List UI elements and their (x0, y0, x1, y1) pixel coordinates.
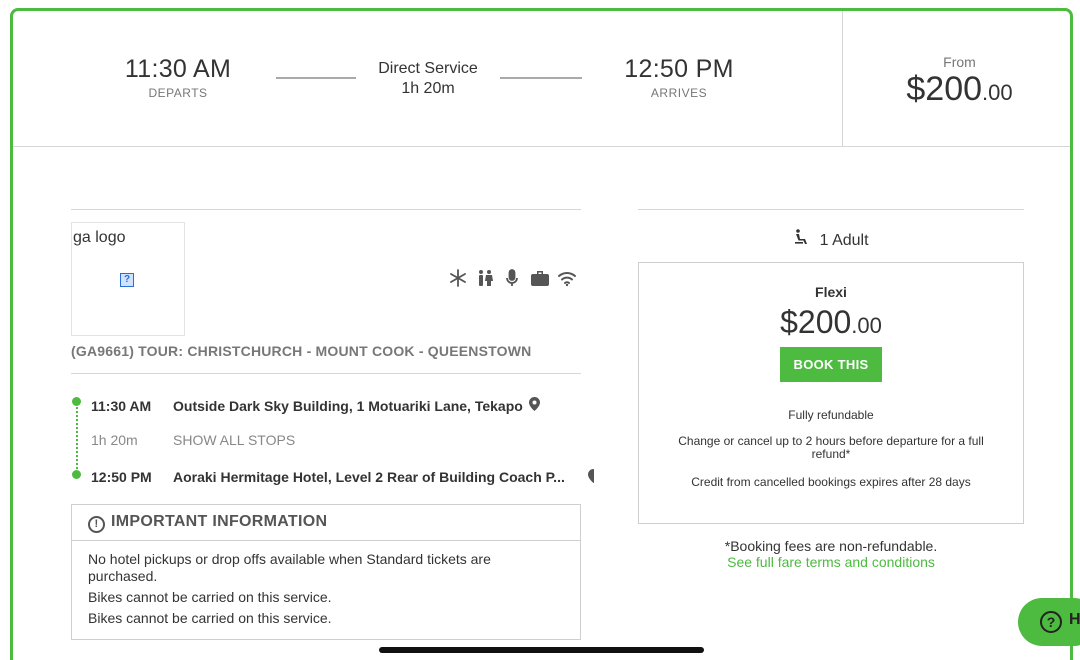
fare-note-change: Change or cancel up to 2 hours before de… (678, 434, 984, 461)
passenger-summary: 1 Adult (638, 229, 1024, 250)
fare-price-cents: .00 (851, 313, 882, 338)
seat-icon (793, 229, 813, 249)
route-line-right (500, 77, 582, 79)
fare-price-main: $200 (780, 304, 852, 340)
show-all-stops-link[interactable]: SHOW ALL STOPS (173, 432, 295, 448)
operator-logo-alt: ga logo (73, 229, 126, 246)
book-this-button[interactable]: BOOK THIS (780, 347, 882, 382)
stop-location: Aoraki Hermitage Hotel, Level 2 Rear of … (173, 469, 565, 485)
broken-image-icon: ? (120, 273, 134, 287)
fare-terms-link[interactable]: See full fare terms and conditions (638, 554, 1024, 570)
divider-top-left (71, 209, 581, 210)
stop-departure: 11:30 AM Outside Dark Sky Building, 1 Mot… (91, 397, 540, 414)
stop-dot-end (72, 470, 81, 479)
home-indicator (379, 647, 704, 653)
summary-price-cents: .00 (982, 80, 1013, 105)
microphone-icon (503, 269, 521, 287)
arrival-block: 12:50 PM ARRIVES (619, 55, 739, 100)
departure-time: 11:30 AM (124, 55, 232, 83)
info-icon: ! (88, 516, 105, 533)
price-summary: From $200.00 (842, 11, 1070, 147)
luggage-icon (530, 269, 549, 287)
stop-time: 12:50 PM (91, 469, 152, 485)
service-card: 11:30 AM DEPARTS Direct Service 1h 20m 1… (10, 8, 1073, 660)
fare-option-flexi: Flexi $200.00 BOOK THIS Fully refundable… (638, 262, 1024, 524)
snowflake-icon (449, 269, 467, 287)
fare-name: Flexi (815, 284, 847, 300)
important-information-header: ! IMPORTANT INFORMATION (72, 505, 580, 541)
map-pin-icon[interactable] (528, 397, 540, 414)
booking-fees-note: *Booking fees are non-refundable. (724, 538, 938, 554)
departure-block: 11:30 AM DEPARTS (118, 55, 238, 100)
summary-price: $200.00 (843, 70, 1070, 109)
from-label: From (943, 54, 976, 70)
fare-note-refundable: Fully refundable (788, 408, 874, 422)
fare-price: $200.00 (639, 304, 1023, 341)
help-button[interactable]: ? H (1018, 598, 1080, 646)
passenger-count: 1 Adult (819, 232, 869, 249)
info-line: No hotel pickups or drop offs available … (88, 551, 491, 584)
divider-tour (71, 373, 581, 374)
service-duration: 1h 20m (401, 80, 455, 97)
departure-label: DEPARTS (148, 86, 208, 100)
fare-note-credit: Credit from cancelled bookings expires a… (691, 475, 971, 489)
amenities (449, 269, 576, 287)
wifi-icon (557, 269, 576, 287)
info-line: Bikes cannot be carried on this service. (88, 610, 332, 626)
route-line-left (276, 77, 356, 79)
fare-terms: *Booking fees are non-refundable. See fu… (638, 538, 1024, 570)
stop-location: Outside Dark Sky Building, 1 Motuariki L… (173, 398, 523, 414)
stop-time: 11:30 AM (91, 398, 152, 414)
summary-price-main: $200 (906, 70, 983, 108)
tour-name: (GA9661) TOUR: CHRISTCHURCH - MOUNT COOK… (71, 343, 532, 359)
arrival-label: ARRIVES (650, 86, 708, 100)
stop-middle: 1h 20m SHOW ALL STOPS (91, 432, 295, 448)
service-header: 11:30 AM DEPARTS Direct Service 1h 20m 1… (13, 11, 1070, 147)
restroom-icon (476, 269, 494, 287)
important-information: ! IMPORTANT INFORMATION No hotel pickups … (71, 504, 581, 640)
map-pin-icon[interactable] (588, 469, 594, 483)
divider-top-right (638, 209, 1024, 210)
important-information-body: No hotel pickups or drop offs available … (72, 541, 580, 641)
help-label: H (1069, 611, 1080, 628)
stop-duration: 1h 20m (91, 432, 138, 448)
question-icon: ? (1040, 611, 1062, 633)
arrival-time: 12:50 PM (624, 55, 734, 83)
info-line: Bikes cannot be carried on this service. (88, 589, 332, 605)
stop-arrival: 12:50 PM Aoraki Hermitage Hotel, Level 2 … (91, 469, 565, 485)
service-type: Direct Service (378, 60, 478, 77)
itinerary-line (76, 403, 78, 473)
service-info: Direct Service 1h 20m (365, 60, 491, 98)
operator-logo: ga logo ? (71, 222, 185, 336)
important-information-title: IMPORTANT INFORMATION (111, 513, 328, 530)
